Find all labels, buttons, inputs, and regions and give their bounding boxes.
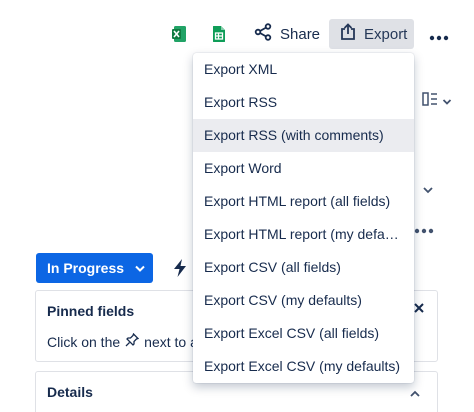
status-label: In Progress — [47, 260, 125, 276]
export-menu: Export XML Export RSS Export RSS (with c… — [193, 53, 414, 383]
google-sheets-icon[interactable] — [212, 25, 228, 43]
export-label: Export — [364, 25, 408, 43]
menu-item-export-csv-my-defaults[interactable]: Export CSV (my defaults) — [193, 284, 414, 317]
excel-icon[interactable] — [171, 25, 187, 43]
menu-item-export-excel-csv-my-defaults[interactable]: Export Excel CSV (my defaults) — [193, 350, 414, 383]
chevron-down-icon — [134, 260, 146, 276]
menu-item-export-rss-with-comments[interactable]: Export RSS (with comments) — [193, 119, 414, 152]
pinned-hint-before: Click on the — [47, 333, 121, 350]
share-icon — [254, 23, 272, 45]
menu-item-export-rss[interactable]: Export RSS — [193, 86, 414, 119]
menu-item-export-excel-csv-all-fields[interactable]: Export Excel CSV (all fields) — [193, 317, 414, 350]
more-actions-button[interactable] — [424, 20, 454, 48]
menu-item-export-html-my-defaults[interactable]: Export HTML report (my defaults) — [193, 218, 414, 251]
menu-item-export-csv-all-fields[interactable]: Export CSV (all fields) — [193, 251, 414, 284]
pinned-fields-hint: Click on the next to a — [47, 332, 198, 350]
view-switcher[interactable] — [422, 92, 452, 111]
export-icon — [340, 23, 356, 45]
close-icon[interactable] — [413, 301, 425, 319]
pin-icon — [125, 332, 140, 350]
menu-item-export-word[interactable]: Export Word — [193, 152, 414, 185]
chevron-down-icon[interactable] — [422, 181, 434, 199]
list-view-icon — [422, 92, 438, 111]
chevron-down-icon — [442, 93, 452, 111]
chevron-up-icon[interactable] — [409, 385, 421, 403]
pinned-hint-after: next to a — [144, 333, 198, 350]
automation-bolt-icon[interactable] — [172, 258, 188, 283]
share-label: Share — [280, 25, 321, 43]
menu-item-export-html-all-fields[interactable]: Export HTML report (all fields) — [193, 185, 414, 218]
share-button[interactable]: Share — [248, 19, 320, 49]
export-button[interactable]: Export — [329, 19, 414, 49]
status-dropdown-button[interactable]: In Progress — [36, 253, 153, 283]
details-title: Details — [47, 384, 93, 400]
more-horizontal-icon[interactable] — [414, 218, 434, 239]
more-horizontal-icon — [429, 21, 449, 47]
menu-item-export-xml[interactable]: Export XML — [193, 53, 414, 86]
pinned-fields-title: Pinned fields — [47, 303, 135, 319]
